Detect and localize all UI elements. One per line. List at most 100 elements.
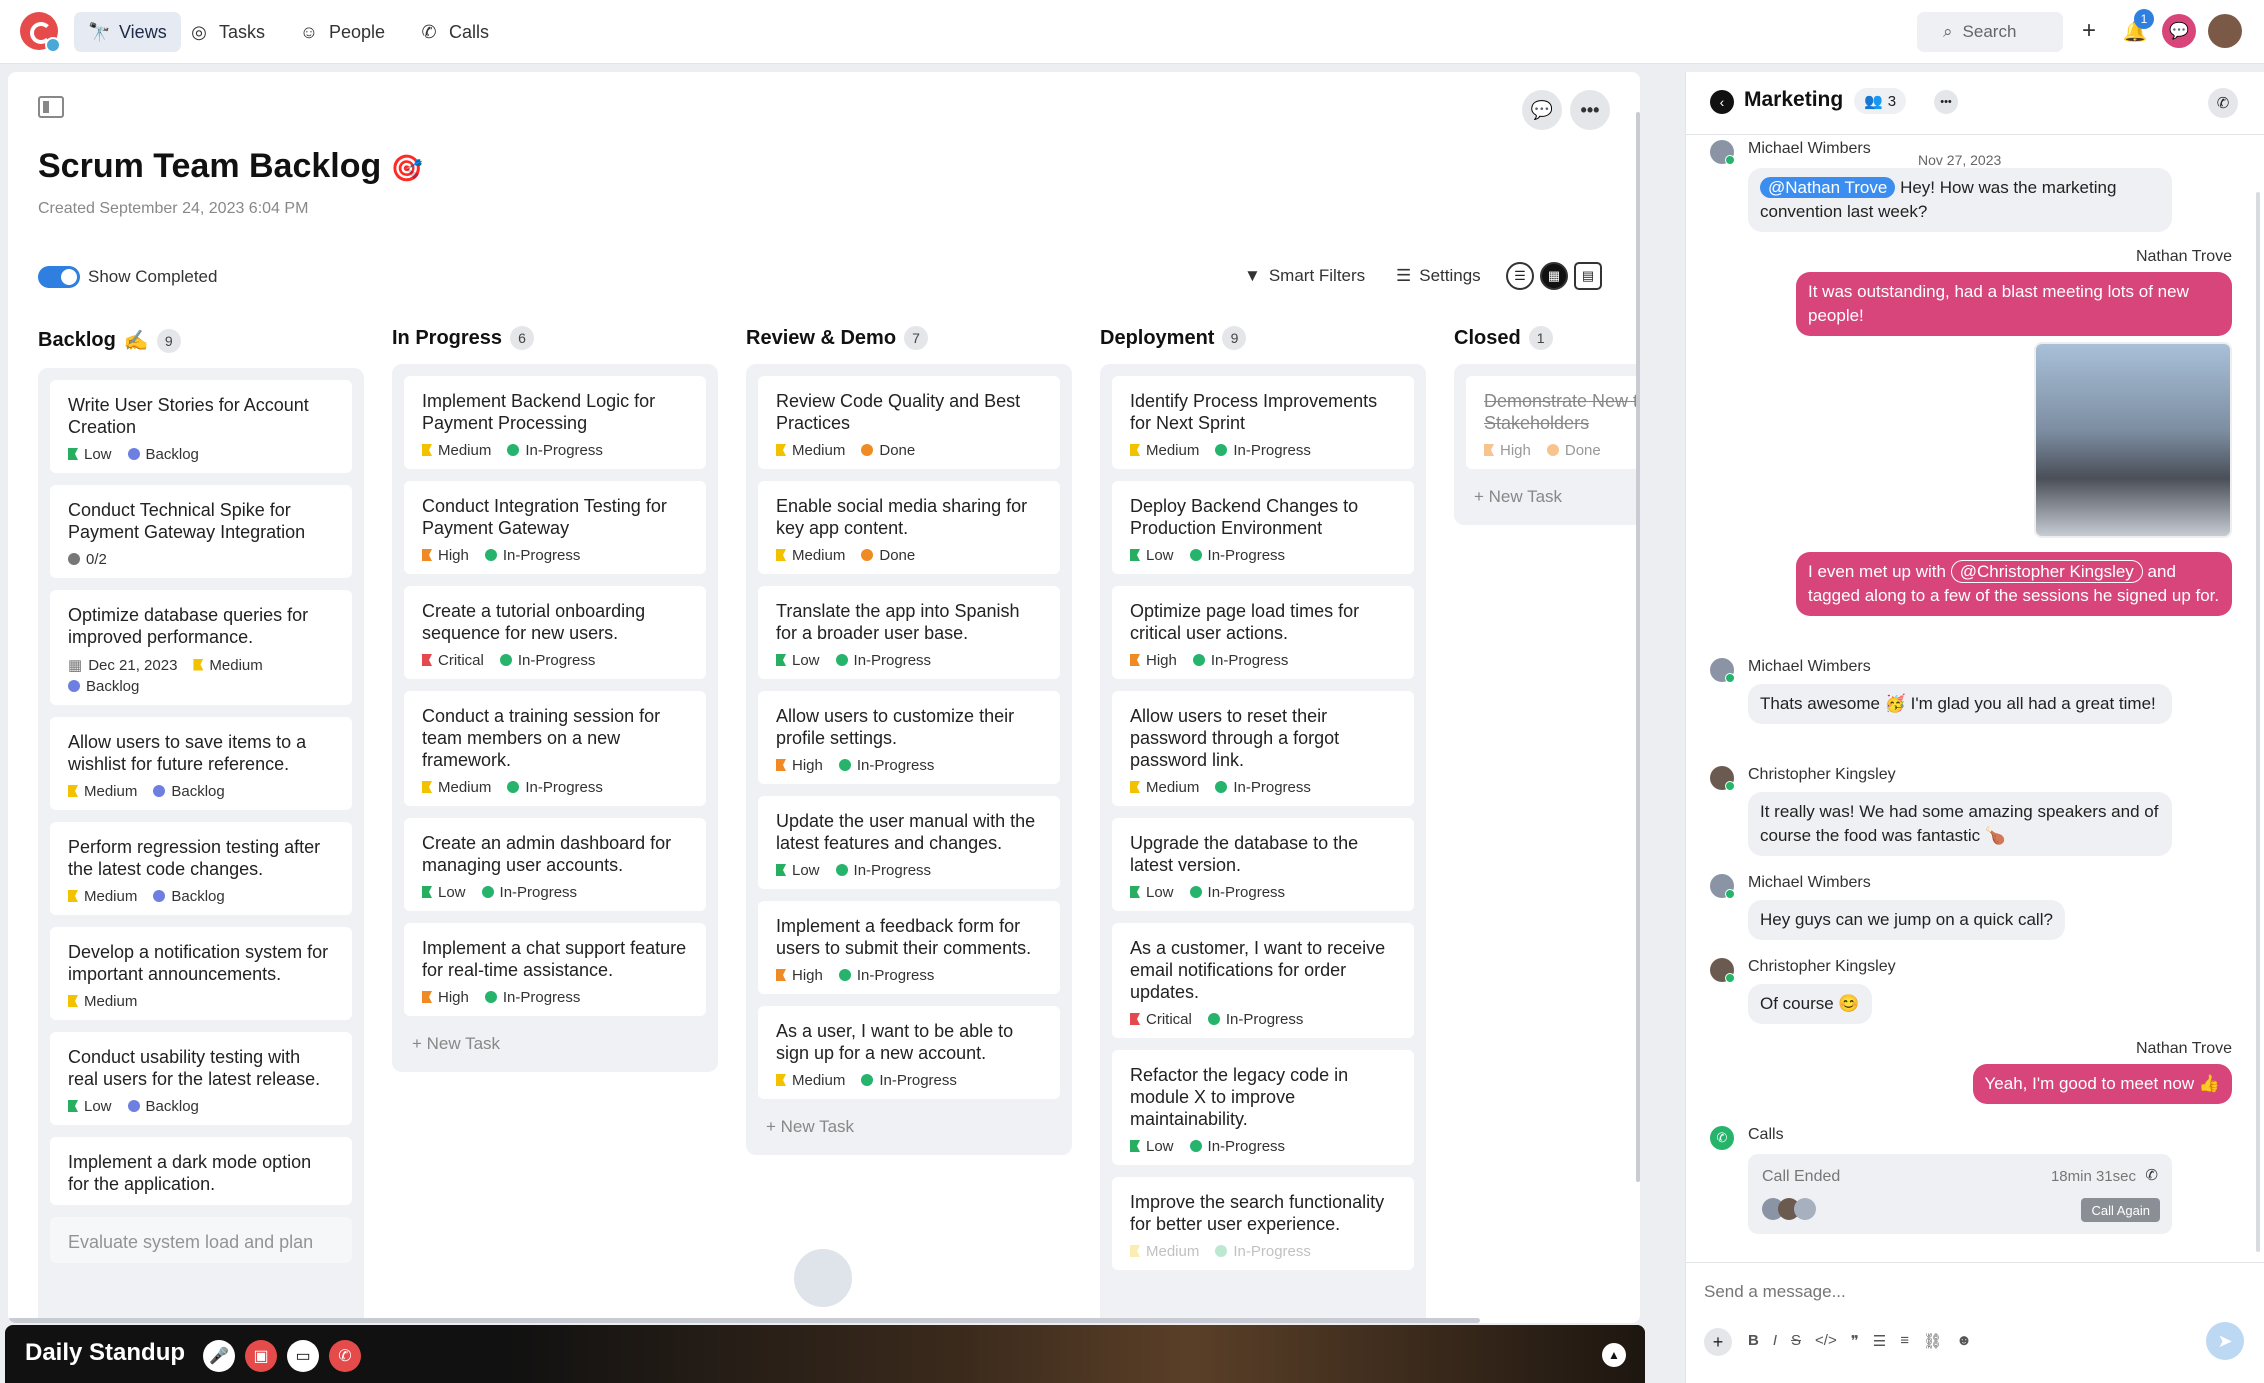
more-options-icon[interactable]: •••	[1934, 90, 1958, 114]
task-card[interactable]: Optimize page load times for critical us…	[1112, 586, 1414, 679]
screen-share-icon[interactable]: ▭	[287, 1340, 319, 1372]
task-card[interactable]: As a user, I want to be able to sign up …	[758, 1006, 1060, 1099]
task-card[interactable]: Identify Process Improvements for Next S…	[1112, 376, 1414, 469]
status-dot-icon	[127, 448, 140, 460]
task-card[interactable]: Deploy Backend Changes to Production Env…	[1112, 481, 1414, 574]
show-completed-toggle[interactable]	[38, 266, 80, 288]
shared-photo[interactable]	[2034, 342, 2232, 538]
code-icon[interactable]: </>	[1815, 1332, 1837, 1350]
task-card[interactable]: Allow users to customize their profile s…	[758, 691, 1060, 784]
quote-icon[interactable]: ❞	[1851, 1332, 1859, 1350]
board-view-icon[interactable]: ▦	[1540, 262, 1568, 290]
phone-icon: ✆	[1710, 1126, 1734, 1150]
mention-tag[interactable]: @Christopher Kingsley	[1950, 560, 2143, 583]
task-card[interactable]: Conduct Integration Testing for Payment …	[404, 481, 706, 574]
status-dot-icon	[481, 886, 494, 898]
nav-calls-label: Calls	[449, 21, 490, 42]
task-title: Improve the search functionality for bet…	[1130, 1192, 1385, 1234]
nav-views[interactable]: 🔭 Views	[74, 12, 181, 52]
italic-icon[interactable]: I	[1773, 1332, 1777, 1350]
call-again-button[interactable]: Call Again	[2081, 1198, 2160, 1222]
microphone-icon[interactable]: 🎤	[203, 1340, 235, 1372]
nav-people[interactable]: ☺ People	[284, 12, 399, 52]
smart-filters-button[interactable]: ▼ Smart Filters	[1244, 266, 1365, 286]
back-icon[interactable]: ‹	[1710, 90, 1734, 114]
notification-badge: 1	[2134, 9, 2154, 29]
flag-icon	[422, 781, 432, 793]
task-card[interactable]: Improve the search functionality for bet…	[1112, 1177, 1414, 1270]
chat-scrollbar[interactable]	[2256, 192, 2260, 1252]
task-card[interactable]: Implement Backend Logic for Payment Proc…	[404, 376, 706, 469]
status-tag: In-Progress	[499, 652, 595, 669]
camera-off-icon[interactable]: ▣	[245, 1340, 277, 1372]
hang-up-icon[interactable]: ✆	[329, 1340, 361, 1372]
priority-tag: High	[422, 547, 469, 564]
status-dot-icon	[1546, 444, 1559, 456]
flag-icon	[1130, 1013, 1140, 1025]
task-card[interactable]: Implement a dark mode option for the app…	[50, 1137, 352, 1205]
new-task-button[interactable]: + New Task	[404, 1028, 706, 1060]
task-card[interactable]: Allow users to save items to a wishlist …	[50, 717, 352, 810]
task-card[interactable]: Create a tutorial onboarding sequence fo…	[404, 586, 706, 679]
more-options-icon[interactable]: •••	[1570, 90, 1610, 130]
task-card[interactable]: Review Code Quality and Best Practices Me…	[758, 376, 1060, 469]
task-card[interactable]: Conduct usability testing with real user…	[50, 1032, 352, 1125]
task-card[interactable]: Optimize database queries for improved p…	[50, 590, 352, 705]
send-icon[interactable]: ➤	[2206, 1322, 2244, 1360]
task-card[interactable]: Enable social media sharing for key app …	[758, 481, 1060, 574]
chat-toggle-icon[interactable]: 💬	[1522, 90, 1562, 130]
new-task-label: New Task	[1488, 487, 1563, 506]
add-icon[interactable]: +	[2072, 14, 2106, 48]
task-card[interactable]: Allow users to reset their password thro…	[1112, 691, 1414, 806]
task-card[interactable]: Demonstrate New to Stakeholders High Done	[1466, 376, 1640, 469]
status-tag: In-Progress	[507, 779, 603, 796]
app-logo-icon[interactable]	[20, 12, 61, 53]
task-card[interactable]: Create an admin dashboard for managing u…	[404, 818, 706, 911]
nav-calls[interactable]: ✆ Calls	[404, 12, 503, 52]
task-card[interactable]: Update the user manual with the latest f…	[758, 796, 1060, 889]
task-card[interactable]: Evaluate system load and plan	[50, 1217, 352, 1263]
task-card[interactable]: Translate the app into Spanish for a bro…	[758, 586, 1060, 679]
new-task-button[interactable]: + New Task	[758, 1111, 1060, 1143]
calendar-view-icon[interactable]: ▤	[1574, 262, 1602, 290]
task-card[interactable]: Implement a feedback form for users to s…	[758, 901, 1060, 994]
settings-button[interactable]: ☰ Settings	[1396, 266, 1481, 286]
priority-tag: Low	[776, 862, 820, 879]
sidebar-toggle-icon[interactable]	[38, 96, 64, 118]
call-icon[interactable]: ✆	[2208, 88, 2238, 118]
chat-bubbles-icon[interactable]: 💬	[2162, 14, 2196, 48]
mention-tag[interactable]: @Nathan Trove	[1760, 177, 1896, 198]
task-card[interactable]: Perform regression testing after the lat…	[50, 822, 352, 915]
nav-tasks[interactable]: ◎ Tasks	[174, 12, 279, 52]
task-card[interactable]: Upgrade the database to the latest versi…	[1112, 818, 1414, 911]
search-button[interactable]: ⌕ Search	[1917, 12, 2063, 52]
task-card[interactable]: Develop a notification system for import…	[50, 927, 352, 1020]
bullet-list-icon[interactable]: ☰	[1873, 1332, 1886, 1350]
flag-icon	[193, 658, 204, 671]
vertical-scrollbar[interactable]	[1636, 112, 1640, 1182]
status-dot-icon	[484, 549, 497, 561]
new-task-button[interactable]: + New Task	[1466, 481, 1640, 513]
link-icon[interactable]: ⛓	[1923, 1332, 1942, 1350]
strikethrough-icon[interactable]: S	[1791, 1332, 1801, 1350]
task-card[interactable]: Write User Stories for Account Creation L…	[50, 380, 352, 473]
user-avatar[interactable]	[2208, 14, 2242, 48]
status-dot-icon	[127, 1100, 140, 1112]
member-count-button[interactable]: 👥 3	[1854, 88, 1907, 114]
participant-avatar[interactable]	[791, 1246, 855, 1310]
horizontal-scrollbar[interactable]	[8, 1318, 1480, 1323]
add-attachment-icon[interactable]: +	[1704, 1328, 1732, 1356]
priority-tag: Medium	[1130, 779, 1199, 796]
list-view-icon[interactable]: ☰	[1506, 262, 1534, 290]
chevron-up-icon[interactable]: ▲	[1602, 1343, 1626, 1367]
bold-icon[interactable]: B	[1748, 1332, 1759, 1350]
task-card[interactable]: Conduct a training session for team memb…	[404, 691, 706, 806]
task-card[interactable]: Implement a chat support feature for rea…	[404, 923, 706, 1016]
numbered-list-icon[interactable]: ≡	[1900, 1332, 1909, 1350]
message-input[interactable]	[1704, 1274, 2244, 1310]
task-card[interactable]: As a customer, I want to receive email n…	[1112, 923, 1414, 1038]
task-card[interactable]: Conduct Technical Spike for Payment Gate…	[50, 485, 352, 578]
emoji-icon[interactable]: ☻	[1956, 1332, 1972, 1350]
task-title: Translate the app into Spanish for a bro…	[776, 601, 1020, 643]
task-card[interactable]: Refactor the legacy code in module X to …	[1112, 1050, 1414, 1165]
